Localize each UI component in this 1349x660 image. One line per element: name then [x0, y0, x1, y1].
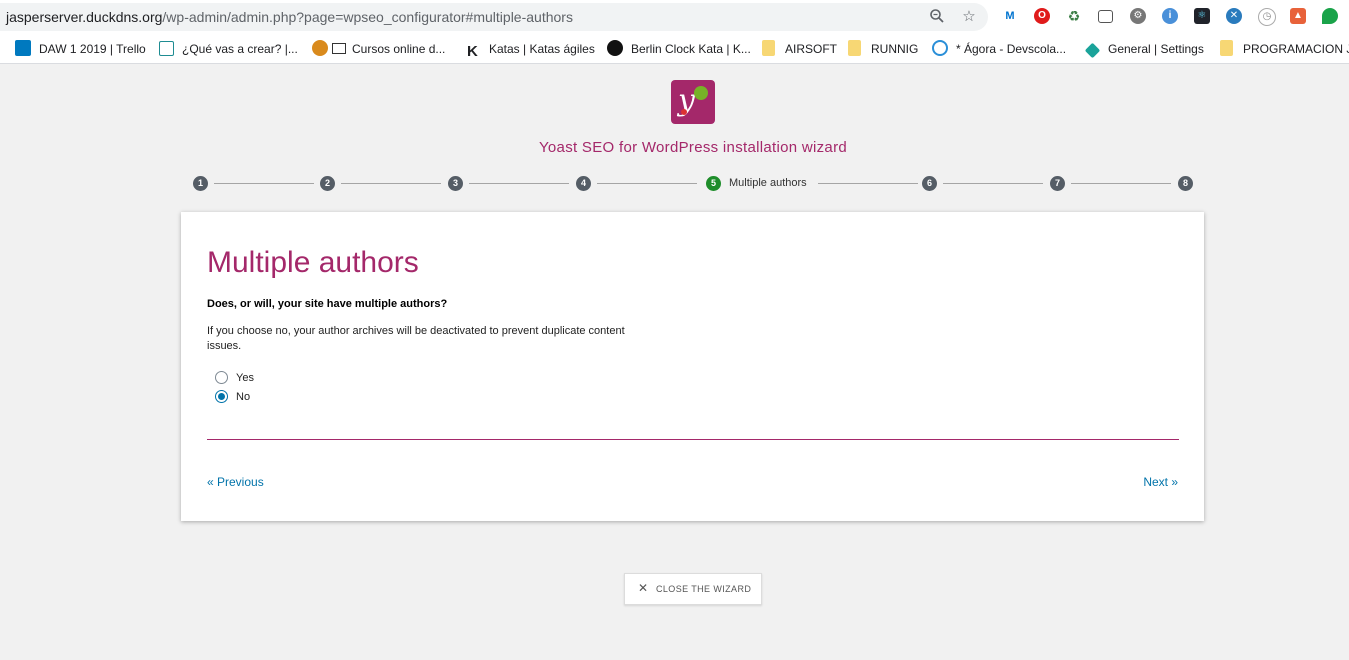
question-label: Does, or will, your site have multiple a… [207, 298, 448, 310]
wizard-title: Yoast SEO for WordPress installation wiz… [538, 139, 848, 156]
recycle-extension-icon[interactable]: ♻ [1066, 8, 1082, 24]
bookmark-item[interactable]: DAW 1 2019 | Trello [15, 40, 146, 58]
divider [207, 439, 1179, 440]
step-3[interactable]: 3 [448, 176, 463, 191]
cross-extension-icon[interactable]: ✕ [1226, 8, 1242, 24]
folder-icon [762, 40, 775, 56]
diamond-icon [1084, 42, 1101, 59]
bookmark-label: Berlin Clock Kata | K... [631, 42, 751, 56]
option-label: Yes [236, 372, 254, 384]
url-text[interactable]: jasperserver.duckdns.org/wp-admin/admin.… [6, 9, 573, 25]
movistar-extension-icon[interactable]: M [1002, 8, 1018, 24]
step-1[interactable]: 1 [193, 176, 208, 191]
bookmark-label: * Ágora - Devscola... [956, 42, 1067, 56]
bookmark-item[interactable]: General | Settings [1084, 40, 1204, 59]
yoast-logo: y [671, 80, 715, 124]
chat-extension-icon[interactable] [1322, 8, 1338, 24]
star-icon[interactable]: ☆ [960, 8, 978, 26]
bookmark-item[interactable]: K Katas | Katas ágiles [467, 40, 595, 60]
step-connector [818, 183, 918, 184]
gear-extension-icon[interactable]: ⚙ [1130, 8, 1146, 24]
bookmark-label: Katas | Katas ágiles [489, 42, 595, 56]
step-2[interactable]: 2 [320, 176, 335, 191]
clock-icon [607, 40, 623, 56]
cast-extension-icon[interactable] [1098, 10, 1113, 23]
question-description: If you choose no, your author archives w… [207, 325, 625, 352]
bookmark-label: DAW 1 2019 | Trello [39, 42, 146, 56]
step-connector [1071, 183, 1171, 184]
step-6[interactable]: 6 [922, 176, 937, 191]
radio-yes[interactable] [215, 371, 228, 384]
bookmark-item[interactable]: * Ágora - Devscola... [932, 40, 1066, 58]
bookmark-item[interactable]: Cursos online d... [312, 40, 445, 58]
opera-extension-icon[interactable]: O [1034, 8, 1050, 24]
browser-toolbar: jasperserver.duckdns.org/wp-admin/admin.… [0, 0, 1349, 34]
wizard-card: Multiple authors Does, or will, your sit… [181, 212, 1204, 521]
react-extension-icon[interactable]: ⚛ [1194, 8, 1210, 24]
bookmark-item[interactable]: PROGRAMACION J... [1220, 40, 1349, 58]
step-connector [341, 183, 441, 184]
info-extension-icon[interactable]: i [1162, 8, 1178, 24]
close-wizard-button[interactable]: ✕ CLOSE THE WIZARD [624, 573, 762, 605]
lighthouse-extension-icon[interactable]: ▲ [1290, 8, 1306, 24]
close-icon: ✕ [638, 581, 649, 595]
bookmark-label: ¿Qué vas a crear? |... [182, 42, 298, 56]
bookmark-item[interactable]: Berlin Clock Kata | K... [607, 40, 751, 58]
folder-icon [1220, 40, 1233, 56]
step-connector [597, 183, 697, 184]
grid-icon [159, 41, 174, 56]
step-5-active[interactable]: 5 [706, 176, 721, 191]
bookmark-label: RUNNIG [871, 42, 919, 56]
wizard-stepper: 1 2 3 4 5 Multiple authors 6 7 8 [0, 175, 1349, 193]
laptop-icon [332, 43, 346, 54]
zoom-icon[interactable] [928, 8, 946, 26]
bookmark-label: General | Settings [1108, 42, 1204, 56]
option-label: No [236, 391, 251, 403]
trello-icon [15, 40, 31, 56]
bookmark-item[interactable]: AIRSOFT [762, 40, 837, 58]
agora-icon [932, 40, 948, 56]
close-wizard-label: CLOSE THE WIZARD [656, 584, 752, 594]
bookmark-label: Cursos online d... [352, 42, 446, 56]
url-host: jasperserver.duckdns.org [6, 9, 163, 25]
bookmark-label: PROGRAMACION J... [1243, 42, 1349, 56]
step-connector [943, 183, 1043, 184]
radio-no[interactable] [215, 390, 228, 403]
step-8[interactable]: 8 [1178, 176, 1193, 191]
url-path: /wp-admin/admin.php?page=wpseo_configura… [162, 9, 573, 25]
timer-extension-icon[interactable]: ◷ [1258, 8, 1276, 26]
step-4[interactable]: 4 [576, 176, 591, 191]
folder-icon [848, 40, 861, 56]
next-button[interactable]: Next » [1143, 475, 1178, 489]
bookmark-item[interactable]: ¿Qué vas a crear? |... [159, 40, 298, 58]
step-connector [469, 183, 569, 184]
step-connector [214, 183, 314, 184]
bookmark-item[interactable]: RUNNIG [848, 40, 918, 58]
bookmarks-bar: DAW 1 2019 | Trello ¿Qué vas a crear? |.… [0, 34, 1349, 64]
courses-icon [312, 40, 328, 56]
step-7[interactable]: 7 [1050, 176, 1065, 191]
active-step-label: Multiple authors [729, 177, 807, 189]
k-icon: K [467, 43, 478, 60]
bookmark-label: AIRSOFT [785, 42, 838, 56]
previous-button[interactable]: « Previous [207, 475, 264, 489]
step-heading: Multiple authors [207, 246, 419, 279]
address-bar[interactable]: jasperserver.duckdns.org/wp-admin/admin.… [0, 3, 988, 31]
